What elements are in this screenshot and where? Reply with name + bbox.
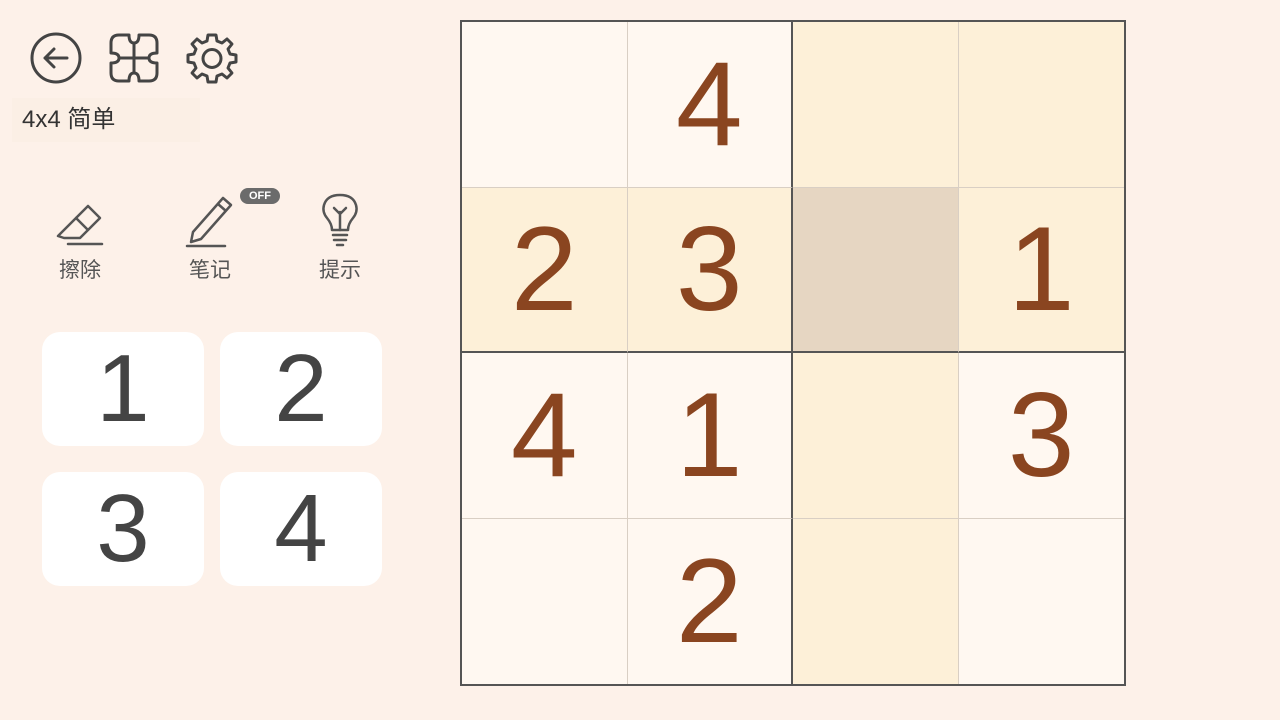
sudoku-cell-r3-c2[interactable]: 1 [627, 353, 793, 519]
sudoku-cell-r4-c4[interactable] [958, 518, 1124, 684]
number-button-3[interactable]: 3 [42, 472, 204, 586]
sudoku-cell-r4-c1[interactable] [462, 518, 628, 684]
gear-icon[interactable] [184, 30, 240, 86]
sudoku-cell-r2-c3[interactable] [793, 187, 959, 353]
sudoku-cell-r4-c2[interactable]: 2 [627, 518, 793, 684]
tool-bar: 擦除 笔记 OFF 提示 [40, 188, 380, 288]
hint-label: 提示 [319, 259, 361, 282]
sudoku-cell-r3-c1[interactable]: 4 [462, 353, 628, 519]
number-button-1[interactable]: 1 [42, 332, 204, 446]
sudoku-cell-r3-c3[interactable] [793, 353, 959, 519]
number-button-4[interactable]: 4 [220, 472, 382, 586]
top-toolbar [28, 30, 240, 86]
notes-button[interactable]: 笔记 [170, 188, 250, 284]
puzzle-grid-icon[interactable] [106, 30, 162, 86]
sudoku-cell-r2-c4[interactable]: 1 [958, 187, 1124, 353]
notes-off-badge: OFF [240, 188, 280, 204]
sudoku-board: 42314132 [460, 20, 1126, 686]
sudoku-cell-r1-c3[interactable] [793, 22, 959, 188]
sudoku-cell-r2-c2[interactable]: 3 [627, 187, 793, 353]
sudoku-cell-r1-c1[interactable] [462, 22, 628, 188]
level-label: 4x4 简单 [12, 98, 200, 142]
eraser-icon [56, 204, 104, 246]
hint-button[interactable]: 提示 [300, 188, 380, 284]
notes-label: 笔记 [189, 259, 231, 282]
number-button-2[interactable]: 2 [220, 332, 382, 446]
sudoku-cell-r1-c2[interactable]: 4 [627, 22, 793, 188]
sudoku-cell-r1-c4[interactable] [958, 22, 1124, 188]
back-arrow-icon[interactable] [28, 30, 84, 86]
lightbulb-icon [322, 193, 358, 247]
pencil-icon [185, 196, 233, 248]
sudoku-cell-r4-c3[interactable] [793, 518, 959, 684]
erase-label: 擦除 [59, 259, 101, 282]
sudoku-cell-r3-c4[interactable]: 3 [958, 353, 1124, 519]
sudoku-cell-r2-c1[interactable]: 2 [462, 187, 628, 353]
erase-button[interactable]: 擦除 [40, 188, 120, 284]
